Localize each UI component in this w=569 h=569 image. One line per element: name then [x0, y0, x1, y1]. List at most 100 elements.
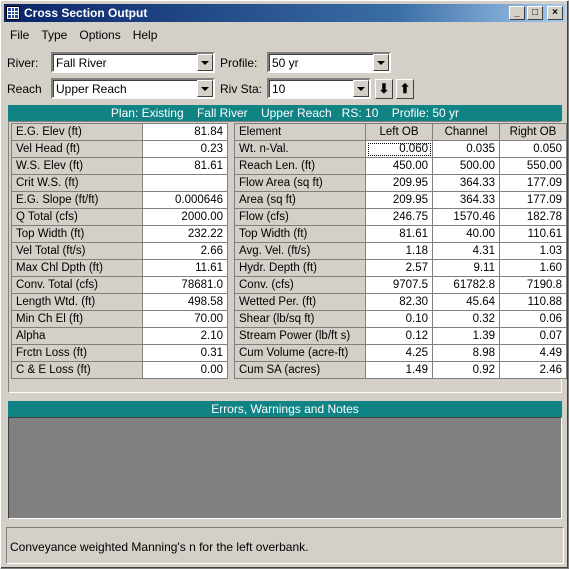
element-value[interactable]: 500.00 — [432, 157, 500, 175]
element-label: Cum Volume (acre-ft) — [234, 344, 366, 362]
element-value[interactable]: 0.10 — [365, 310, 433, 328]
element-value[interactable]: 9.11 — [432, 259, 500, 277]
element-value[interactable]: 1.18 — [365, 242, 433, 260]
profile-select[interactable]: 50 yr — [267, 52, 391, 73]
element-value[interactable]: 110.61 — [499, 225, 567, 243]
rivsta-label: Riv Sta: — [220, 82, 263, 96]
menu-help[interactable]: Help — [127, 28, 164, 42]
element-value[interactable]: 82.30 — [365, 293, 433, 311]
summary-label: E.G. Elev (ft) — [11, 123, 143, 141]
maximize-button[interactable]: □ — [527, 6, 543, 20]
summary-value[interactable]: 70.00 — [142, 310, 228, 328]
up-arrow-button[interactable]: ⬆ — [396, 79, 414, 99]
element-value[interactable]: 1.60 — [499, 259, 567, 277]
element-value[interactable]: 209.95 — [365, 191, 433, 209]
summary-label: Max Chl Dpth (ft) — [11, 259, 143, 277]
down-arrow-button[interactable]: ⬇ — [375, 79, 393, 99]
summary-value[interactable]: 0.31 — [142, 344, 228, 362]
element-value[interactable]: 364.33 — [432, 191, 500, 209]
river-select[interactable]: Fall River — [51, 52, 215, 73]
table-row: Conv. Total (cfs) 78681.0 — [11, 276, 228, 294]
summary-value[interactable]: 498.58 — [142, 293, 228, 311]
summary-value[interactable]: 0.23 — [142, 140, 228, 158]
table-row: Top Width (ft) 81.61 40.00 110.61 — [234, 225, 567, 243]
element-value[interactable]: 182.78 — [499, 208, 567, 226]
status-bar: Conveyance weighted Manning's n for the … — [6, 527, 564, 564]
chevron-down-icon[interactable] — [197, 80, 213, 97]
element-value[interactable]: 81.61 — [365, 225, 433, 243]
element-value[interactable]: 0.12 — [365, 327, 433, 345]
summary-value[interactable]: 81.84 — [142, 123, 228, 141]
element-value[interactable]: 0.92 — [432, 361, 500, 379]
table-row: Length Wtd. (ft) 498.58 — [11, 293, 228, 311]
element-value[interactable]: 364.33 — [432, 174, 500, 192]
table-app-icon — [6, 6, 20, 20]
summary-value[interactable]: 2.66 — [142, 242, 228, 260]
element-value[interactable]: 61782.8 — [432, 276, 500, 294]
element-value[interactable]: 1570.46 — [432, 208, 500, 226]
cross-section-output-window: Cross Section Output _ □ × File Type Opt… — [0, 0, 569, 569]
element-value[interactable]: 8.98 — [432, 344, 500, 362]
table-row: Alpha 2.10 — [11, 327, 228, 345]
element-value[interactable]: 0.06 — [499, 310, 567, 328]
element-value[interactable]: 0.050 — [499, 140, 567, 158]
element-value[interactable]: 40.00 — [432, 225, 500, 243]
element-value[interactable]: 0.32 — [432, 310, 500, 328]
element-label: Cum SA (acres) — [234, 361, 366, 379]
element-value[interactable]: 450.00 — [365, 157, 433, 175]
table-row: Wt. n-Val. 0.060 0.035 0.050 — [234, 140, 567, 158]
element-value[interactable]: 177.09 — [499, 191, 567, 209]
element-value[interactable]: 0.07 — [499, 327, 567, 345]
minimize-button[interactable]: _ — [509, 6, 525, 20]
chevron-down-icon[interactable] — [373, 54, 389, 71]
element-table: Element Left OB Channel Right OB Wt. n-Val. 0… — [234, 123, 567, 379]
table-row: Cum SA (acres) 1.49 0.92 2.46 — [234, 361, 567, 379]
summary-value[interactable]: 0.00 — [142, 361, 228, 379]
element-value[interactable]: 0.060 — [365, 140, 433, 158]
element-value[interactable]: 110.88 — [499, 293, 567, 311]
chevron-down-icon[interactable] — [353, 80, 369, 97]
summary-value[interactable]: 81.61 — [142, 157, 228, 175]
element-value[interactable]: 4.25 — [365, 344, 433, 362]
element-value[interactable]: 246.75 — [365, 208, 433, 226]
element-value[interactable]: 209.95 — [365, 174, 433, 192]
reach-select[interactable]: Upper Reach — [51, 78, 215, 99]
close-button[interactable]: × — [547, 6, 563, 20]
summary-value[interactable]: 78681.0 — [142, 276, 228, 294]
element-value[interactable]: 1.49 — [365, 361, 433, 379]
element-value[interactable]: 177.09 — [499, 174, 567, 192]
element-value[interactable]: 1.03 — [499, 242, 567, 260]
element-value[interactable]: 4.31 — [432, 242, 500, 260]
element-value[interactable]: 2.46 — [499, 361, 567, 379]
menu-type[interactable]: Type — [35, 28, 73, 42]
reach-value: Upper Reach — [56, 81, 127, 96]
element-label: Stream Power (lb/ft s) — [234, 327, 366, 345]
element-value[interactable]: 1.39 — [432, 327, 500, 345]
summary-value[interactable]: 0.000646 — [142, 191, 228, 209]
summary-value[interactable]: 232.22 — [142, 225, 228, 243]
element-value[interactable]: 45.64 — [432, 293, 500, 311]
element-value[interactable]: 550.00 — [499, 157, 567, 175]
errors-panel[interactable] — [8, 417, 562, 519]
table-row: Min Ch El (ft) 70.00 — [11, 310, 228, 328]
menu-file[interactable]: File — [4, 28, 35, 42]
summary-value[interactable]: 11.61 — [142, 259, 228, 277]
element-label: Avg. Vel. (ft/s) — [234, 242, 366, 260]
column-header: Left OB — [365, 123, 433, 141]
table-header-row: Element Left OB Channel Right OB — [234, 123, 567, 141]
element-value[interactable]: 0.035 — [432, 140, 500, 158]
element-value[interactable]: 9707.5 — [365, 276, 433, 294]
element-label: Wt. n-Val. — [234, 140, 366, 158]
river-value: Fall River — [56, 55, 107, 70]
element-label: Area (sq ft) — [234, 191, 366, 209]
element-value[interactable]: 2.57 — [365, 259, 433, 277]
element-value[interactable]: 7190.8 — [499, 276, 567, 294]
menu-options[interactable]: Options — [73, 28, 126, 42]
summary-value[interactable]: 2000.00 — [142, 208, 228, 226]
summary-value[interactable] — [142, 174, 228, 192]
summary-value[interactable]: 2.10 — [142, 327, 228, 345]
rivsta-select[interactable]: 10 — [267, 78, 371, 99]
element-value[interactable]: 4.49 — [499, 344, 567, 362]
title-bar[interactable]: Cross Section Output _ □ × — [4, 4, 565, 22]
chevron-down-icon[interactable] — [197, 54, 213, 71]
